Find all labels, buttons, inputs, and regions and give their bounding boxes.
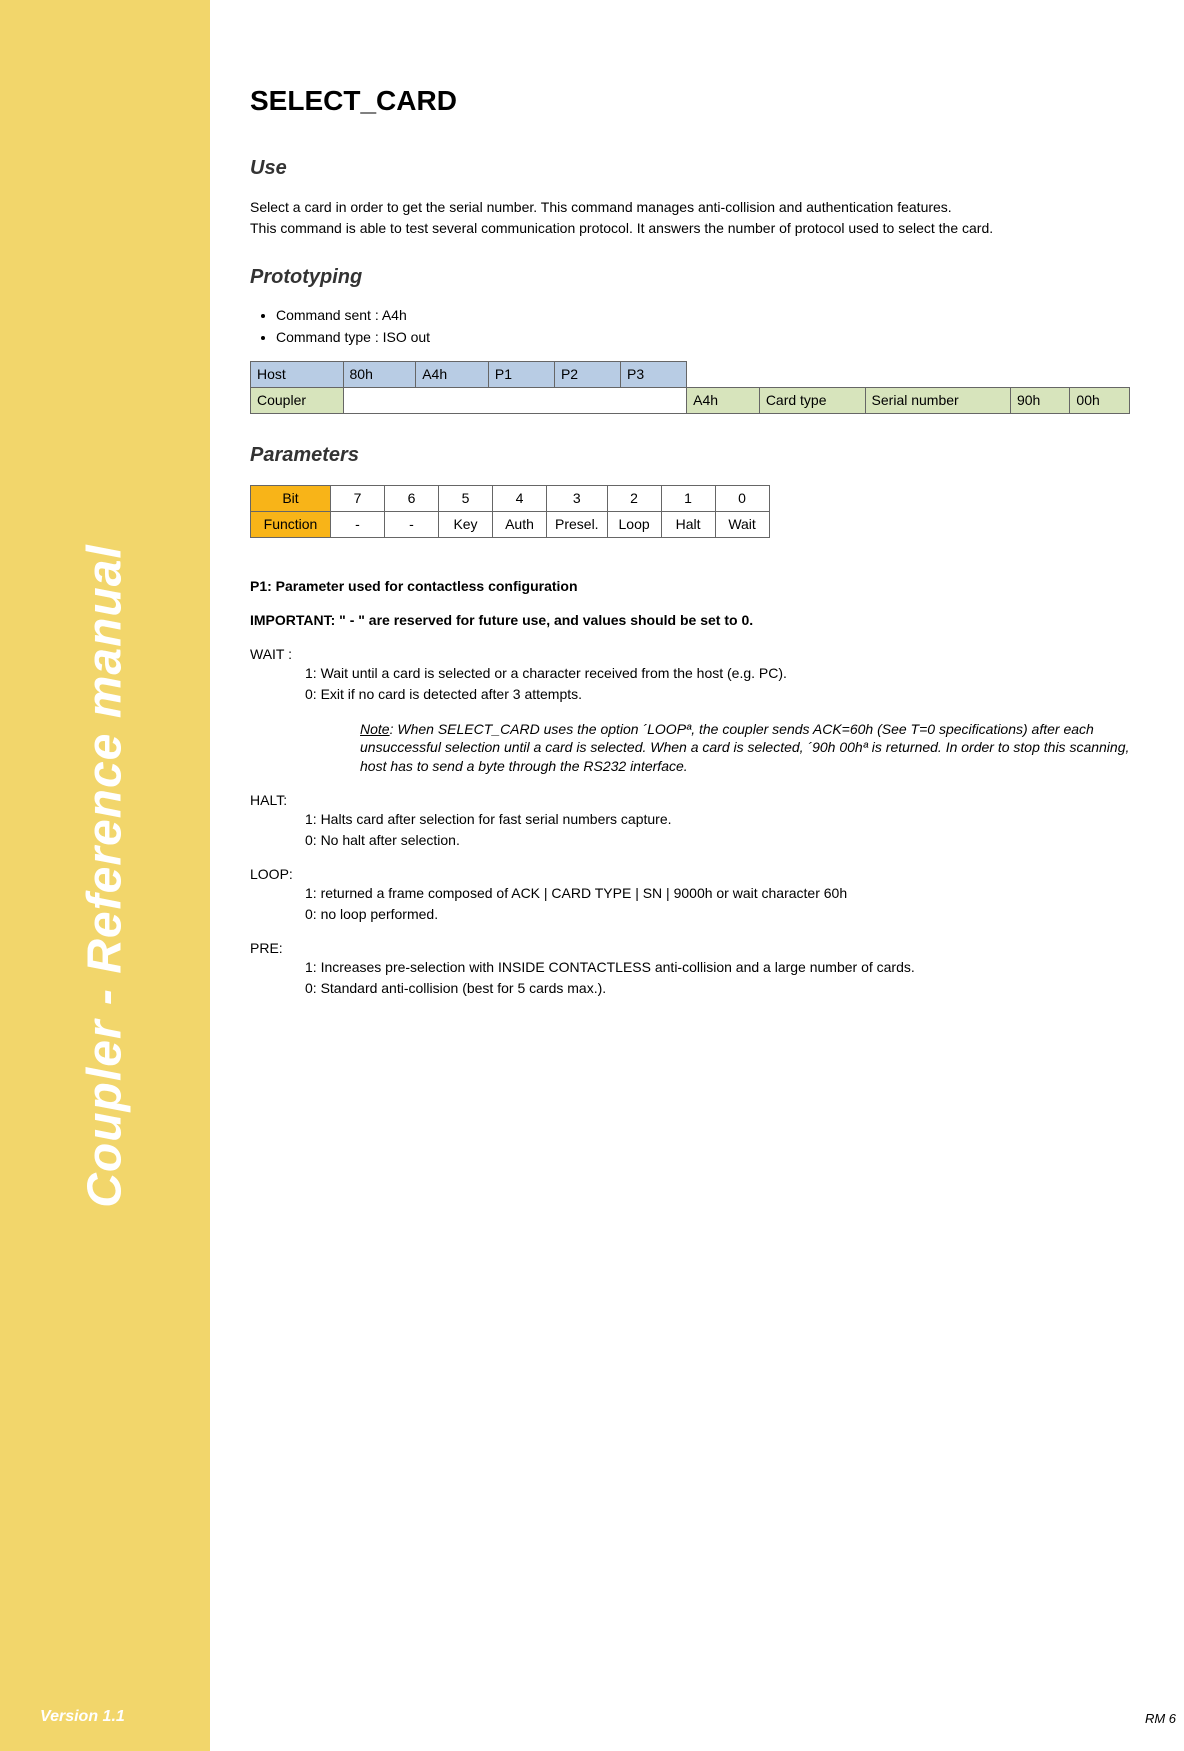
host-c5: P3 bbox=[621, 361, 687, 387]
parameters-section: Parameters Bit 7 6 5 4 3 2 1 0 Function … bbox=[250, 444, 1130, 998]
wait-note: Note: When SELECT_CARD uses the option ´… bbox=[360, 720, 1130, 777]
halt-label: HALT: bbox=[250, 792, 1130, 808]
coupler-r2: Card type bbox=[759, 387, 865, 413]
pre-label: PRE: bbox=[250, 940, 1130, 956]
func-7: - bbox=[331, 511, 385, 537]
prototyping-section: Prototyping Command sent : A4h Command t… bbox=[250, 266, 1130, 414]
halt-group: HALT: 1: Halts card after selection for … bbox=[250, 792, 1130, 850]
bit-2: 2 bbox=[607, 485, 661, 511]
loop-group: LOOP: 1: returned a frame composed of AC… bbox=[250, 866, 1130, 924]
bit-3: 3 bbox=[547, 485, 608, 511]
wait-0: 0: Exit if no card is detected after 3 a… bbox=[305, 685, 1130, 704]
pre-0: 0: Standard anti-collision (best for 5 c… bbox=[305, 979, 1130, 998]
coupler-r5: 00h bbox=[1070, 387, 1130, 413]
bit-label: Bit bbox=[251, 485, 331, 511]
parameters-heading: Parameters bbox=[250, 444, 1130, 467]
host-c4: P2 bbox=[554, 361, 620, 387]
p1-subheading: P1: Parameter used for contactless confi… bbox=[250, 578, 1130, 594]
empty-cell bbox=[687, 361, 1130, 387]
note-body: : When SELECT_CARD uses the option ´LOOP… bbox=[360, 721, 1129, 775]
sidebar: Coupler - Reference manual Version 1.1 bbox=[0, 0, 210, 1751]
func-2: Loop bbox=[607, 511, 661, 537]
func-1: Halt bbox=[661, 511, 715, 537]
bit-5: 5 bbox=[439, 485, 493, 511]
bullet-item: Command type : ISO out bbox=[276, 329, 1130, 345]
loop-label: LOOP: bbox=[250, 866, 1130, 882]
parameters-table: Bit 7 6 5 4 3 2 1 0 Function - - Key Aut… bbox=[250, 485, 770, 538]
bullet-item: Command sent : A4h bbox=[276, 307, 1130, 323]
host-c3: P1 bbox=[488, 361, 554, 387]
coupler-r4: 90h bbox=[1010, 387, 1069, 413]
func-4: Auth bbox=[493, 511, 547, 537]
host-c2: A4h bbox=[416, 361, 489, 387]
coupler-r3: Serial number bbox=[865, 387, 1010, 413]
wait-label: WAIT : bbox=[250, 646, 1130, 662]
bit-4: 4 bbox=[493, 485, 547, 511]
pre-group: PRE: 1: Increases pre-selection with INS… bbox=[250, 940, 1130, 998]
bit-0: 0 bbox=[715, 485, 769, 511]
bit-7: 7 bbox=[331, 485, 385, 511]
pre-1: 1: Increases pre-selection with INSIDE C… bbox=[305, 958, 1130, 977]
function-label: Function bbox=[251, 511, 331, 537]
halt-0: 0: No halt after selection. bbox=[305, 831, 1130, 850]
use-section: Use Select a card in order to get the se… bbox=[250, 157, 1130, 238]
prototyping-heading: Prototyping bbox=[250, 266, 1130, 289]
bit-row: Bit 7 6 5 4 3 2 1 0 bbox=[251, 485, 770, 511]
use-p1: Select a card in order to get the serial… bbox=[250, 198, 1130, 217]
halt-1: 1: Halts card after selection for fast s… bbox=[305, 810, 1130, 829]
function-row: Function - - Key Auth Presel. Loop Halt … bbox=[251, 511, 770, 537]
protocol-table: Host 80h A4h P1 P2 P3 Coupler A4h Card t… bbox=[250, 361, 1130, 414]
host-label: Host bbox=[251, 361, 344, 387]
func-0: Wait bbox=[715, 511, 769, 537]
version-label: Version 1.1 bbox=[40, 1708, 125, 1726]
loop-1: 1: returned a frame composed of ACK | CA… bbox=[305, 884, 1130, 903]
coupler-row: Coupler A4h Card type Serial number 90h … bbox=[251, 387, 1130, 413]
func-5: Key bbox=[439, 511, 493, 537]
func-6: - bbox=[385, 511, 439, 537]
bit-1: 1 bbox=[661, 485, 715, 511]
main-content: SELECT_CARD Use Select a card in order t… bbox=[250, 85, 1130, 1026]
prototyping-bullets: Command sent : A4h Command type : ISO ou… bbox=[276, 307, 1130, 345]
note-label: Note bbox=[360, 721, 390, 737]
use-heading: Use bbox=[250, 157, 1130, 180]
coupler-r1: A4h bbox=[687, 387, 760, 413]
coupler-label: Coupler bbox=[251, 387, 344, 413]
page-number: RM 6 bbox=[1145, 1711, 1176, 1726]
loop-0: 0: no loop performed. bbox=[305, 905, 1130, 924]
important-note: IMPORTANT: " - " are reserved for future… bbox=[250, 612, 1130, 628]
host-c1: 80h bbox=[343, 361, 416, 387]
bit-6: 6 bbox=[385, 485, 439, 511]
sidebar-title: Coupler - Reference manual bbox=[78, 544, 133, 1208]
func-3: Presel. bbox=[547, 511, 608, 537]
wait-1: 1: Wait until a card is selected or a ch… bbox=[305, 664, 1130, 683]
host-row: Host 80h A4h P1 P2 P3 bbox=[251, 361, 1130, 387]
page-title: SELECT_CARD bbox=[250, 85, 1130, 117]
empty-cell bbox=[343, 387, 687, 413]
use-p2: This command is able to test several com… bbox=[250, 219, 1130, 238]
wait-group: WAIT : 1: Wait until a card is selected … bbox=[250, 646, 1130, 776]
